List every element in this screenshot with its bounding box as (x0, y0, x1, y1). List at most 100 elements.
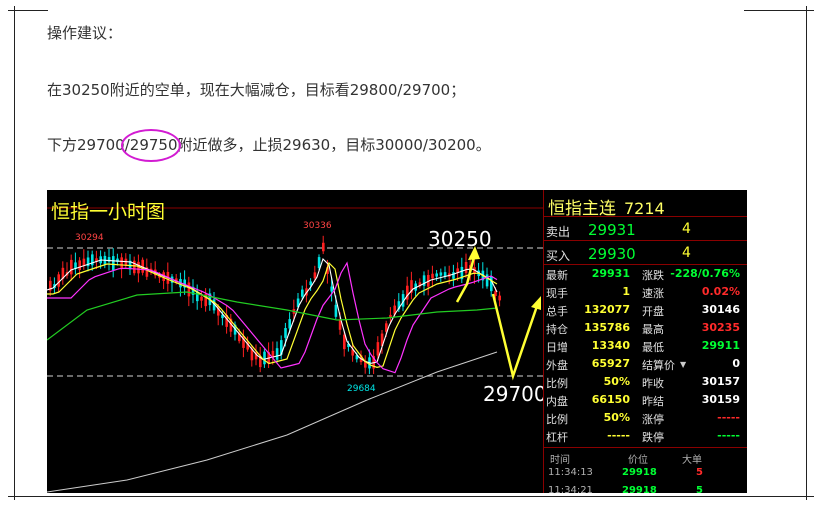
quote-field-row: 日增 13340 最低 29911 (544, 339, 747, 359)
field-value-left: 65927 (591, 357, 630, 370)
frame-left (14, 6, 15, 500)
ticks-header-price: 价位 (628, 455, 648, 466)
candle-body (435, 273, 438, 277)
frame-bottom (8, 496, 814, 497)
ticks-header-time: 时间 (550, 455, 570, 466)
field-value-right: 30159 (701, 393, 740, 406)
candle-body (464, 262, 468, 274)
sell-volume: 4 (682, 221, 691, 237)
field-value-left: 1 (622, 285, 630, 298)
field-label-right: 速涨 (642, 287, 664, 300)
candlestick-chart: 恒指一小时图 30294 30336 29684 30250 29700 (47, 201, 543, 493)
label-high-left: 30294 (75, 233, 104, 243)
trading-screenshot: 恒指一小时图 30294 30336 29684 30250 29700 恒指主… (47, 190, 747, 493)
buy-row[interactable]: 买入 29930 4 (544, 245, 747, 265)
field-value-left: 13340 (591, 339, 630, 352)
field-label-left: 持仓 (546, 323, 568, 336)
quote-field-row: 总手 132077 开盘 30146 (544, 303, 747, 323)
buy-label: 买入 (546, 249, 571, 263)
candle-body (82, 258, 86, 266)
divider (544, 240, 747, 241)
field-value-left: 50% (603, 411, 630, 424)
label-target-down: 29700 (483, 382, 543, 406)
field-label-left: 杠杆 (546, 431, 568, 444)
candle-body (431, 273, 434, 279)
field-label-right: 开盘 (642, 305, 664, 318)
advice-line-long-pre: 下方29700/ (47, 136, 130, 154)
tick-volume: 5 (696, 485, 703, 493)
candle-body (322, 242, 325, 252)
candle-body (120, 257, 123, 269)
advice-line-long-post: 附近做多，止损29630，目标30000/30200。 (177, 136, 491, 154)
divider (544, 447, 747, 448)
field-label-left: 现手 (546, 287, 568, 300)
field-value-right: 30235 (701, 321, 740, 334)
field-label-left: 外盘 (546, 359, 568, 372)
candle-body (330, 286, 333, 292)
quote-field-row: 杠杆 ----- 跌停 ----- (544, 429, 747, 449)
field-value-left: 50% (603, 375, 630, 388)
ma-long-line (47, 351, 498, 493)
tick-time: 11:34:13 (548, 467, 593, 478)
field-label-left: 总手 (546, 305, 568, 318)
quote-field-row: 最新 29931 涨跌 -228/0.76% (544, 267, 747, 287)
sell-price: 29931 (588, 221, 636, 239)
candle-body (452, 272, 455, 279)
candle-body (284, 328, 287, 338)
field-label-left: 比例 (546, 413, 568, 426)
quote-field-row: 比例 50% 涨停 ----- (544, 411, 747, 431)
field-label-right: 昨结 (642, 395, 664, 408)
field-value-right: 30157 (701, 375, 740, 388)
sell-row[interactable]: 卖出 29931 4 (544, 221, 747, 241)
field-value-right: 29911 (701, 339, 740, 352)
quote-field-row: 比例 50% 昨收 30157 (544, 375, 747, 395)
label-low: 29684 (347, 384, 376, 394)
field-value-right: 0.02% (701, 285, 740, 298)
advice-line-long: 下方29700/29750附近做多，止损29630，目标30000/30200。 (47, 134, 491, 155)
field-label-right: 涨跌 (642, 269, 664, 282)
advice-heading: 操作建议： (47, 24, 123, 42)
candle-body (309, 281, 312, 286)
candle-body (112, 256, 115, 271)
field-value-left: 29931 (591, 267, 630, 280)
dropdown-arrow-icon[interactable]: ▼ (680, 360, 686, 369)
quote-field-row: 持仓 135786 最高 30235 (544, 321, 747, 341)
field-value-right: -228/0.76% (670, 267, 740, 280)
candle-body (439, 272, 443, 276)
advice-line-short: 在30250附近的空单，现在大幅减仓，目标看29800/29700； (47, 81, 466, 99)
quote-panel: 恒指主连 7214 卖出 29931 4 买入 29930 4 最新 29931 涨跌… (543, 190, 747, 493)
ma-white-line (47, 257, 498, 364)
field-label-left: 最新 (546, 269, 568, 282)
candle-body (376, 342, 380, 356)
quote-field-row: 外盘 65927 结算价 0 ▼ (544, 357, 747, 377)
candle-body (485, 274, 489, 287)
sell-label: 卖出 (546, 225, 571, 239)
tick-time: 11:34:21 (548, 485, 593, 493)
frame-right (806, 6, 807, 500)
field-value-right: ----- (717, 411, 740, 424)
candle-body (78, 260, 81, 270)
divider (544, 216, 747, 217)
field-value-right: ----- (717, 429, 740, 442)
field-value-left: 66150 (591, 393, 630, 406)
tick-price: 29918 (622, 485, 657, 493)
field-label-right: 跌停 (642, 431, 664, 444)
candle-body (200, 296, 203, 301)
frame-top-right (744, 10, 814, 11)
candle-body (263, 351, 266, 365)
field-label-right: 昨收 (642, 377, 664, 390)
candle-body (57, 274, 60, 287)
field-label-left: 日增 (546, 341, 568, 354)
field-label-right: 结算价 (642, 359, 675, 372)
ticks-header-volume: 大单 (682, 455, 702, 466)
tick-price: 29918 (622, 467, 657, 478)
candle-body (275, 348, 279, 360)
buy-volume: 4 (682, 245, 691, 261)
quote-field-row: 现手 1 速涨 0.02% (544, 285, 747, 305)
divider (544, 264, 747, 265)
field-value-left: 132077 (584, 303, 630, 316)
field-label-left: 内盘 (546, 395, 568, 408)
tick-row: 11:34:13 29918 5 (544, 467, 747, 487)
field-label-right: 涨停 (642, 413, 664, 426)
label-target-up: 30250 (428, 227, 492, 251)
